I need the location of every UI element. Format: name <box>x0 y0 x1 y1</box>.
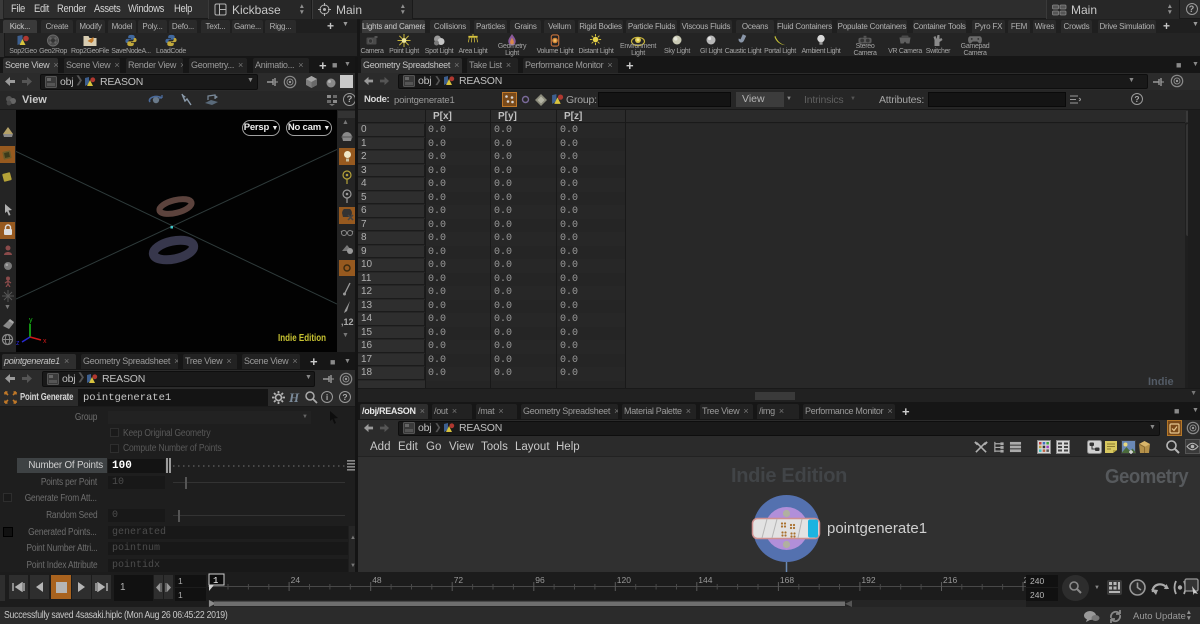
svg-text:x: x <box>43 338 47 345</box>
svg-text:72: 72 <box>454 575 464 585</box>
svg-text:144: 144 <box>698 575 712 585</box>
svg-text:192: 192 <box>861 575 875 585</box>
svg-text:168: 168 <box>780 575 794 585</box>
svg-text:y: y <box>29 317 33 324</box>
svg-text:z: z <box>16 340 20 347</box>
svg-text:48: 48 <box>372 575 382 585</box>
svg-text:216: 216 <box>943 575 957 585</box>
svg-text:1: 1 <box>213 576 218 586</box>
svg-text:96: 96 <box>535 575 545 585</box>
svg-text:120: 120 <box>617 575 631 585</box>
svg-text:24: 24 <box>291 575 301 585</box>
